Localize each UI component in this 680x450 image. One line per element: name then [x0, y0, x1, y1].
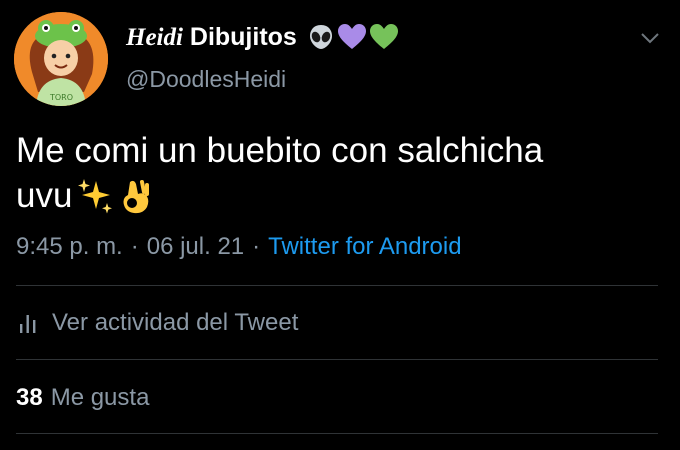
sparkles-icon: [78, 178, 113, 213]
tweet-text-emojis: [76, 176, 156, 216]
tweet-text-line-1: Me comi un buebito con salchicha: [16, 131, 544, 170]
author-handle[interactable]: @DoodlesHeidi: [126, 66, 286, 93]
likes-link[interactable]: 38 Me gusta: [16, 384, 149, 412]
author-name-italic: Heidi: [126, 23, 183, 51]
meta-separator: ·: [252, 233, 261, 260]
avatar-shirt-text: TORO: [49, 93, 73, 102]
view-activity-button[interactable]: Ver actividad del Tweet: [18, 309, 298, 337]
analytics-icon: [20, 315, 36, 333]
tweet-text: Me comi un buebito con salchicha uvu: [16, 128, 656, 218]
chevron-down-icon[interactable]: [638, 26, 662, 50]
author-name-rest: Dibujitos: [182, 22, 297, 51]
alien-icon: [309, 25, 332, 49]
likes-count: 38: [16, 384, 43, 411]
divider: [16, 359, 658, 360]
divider: [16, 433, 658, 434]
tweet-text-line-2: uvu: [16, 176, 73, 215]
author-display-name[interactable]: Heidi Dibujitos: [126, 23, 297, 52]
likes-label: Me gusta: [50, 384, 150, 411]
tweet-card: TORO Heidi Dibujitos @DoodlesHeidi Me co…: [0, 0, 680, 450]
tweet-source-link[interactable]: Twitter for Android: [268, 233, 461, 261]
tweet-meta: 9:45 p. m. · 06 jul. 21 · Twitter for An…: [16, 233, 462, 261]
view-activity-label: Ver actividad del Tweet: [52, 309, 299, 336]
purple-heart-icon: [337, 24, 366, 49]
ok-hand-icon: [123, 179, 150, 213]
divider: [16, 285, 658, 286]
meta-separator: ·: [130, 233, 139, 260]
author-name-row[interactable]: Heidi Dibujitos: [126, 22, 399, 52]
avatar-illustration: TORO: [14, 12, 108, 106]
tweet-time[interactable]: 9:45 p. m.: [16, 233, 123, 261]
tweet-date[interactable]: 06 jul. 21: [147, 233, 244, 261]
avatar[interactable]: TORO: [14, 12, 108, 106]
green-heart-icon: [369, 24, 398, 49]
author-name-emojis: [307, 23, 399, 51]
